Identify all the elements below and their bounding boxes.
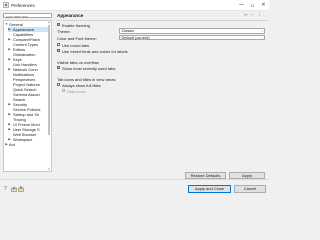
- mixed-fonts-checkbox[interactable]: ✓: [57, 49, 61, 53]
- chevron-right-icon[interactable]: ▶: [8, 37, 11, 42]
- chevron-down-icon[interactable]: ⌄: [261, 36, 264, 40]
- theme-select-value: Classic: [121, 28, 135, 33]
- color-font-theme-select[interactable]: Default (current) ⌄: [119, 34, 265, 40]
- enable-theming-checkbox[interactable]: ✓: [57, 23, 61, 27]
- preference-tree[interactable]: ▼ General ▶ Appearance Capabilities ▶ Co…: [3, 20, 52, 172]
- minimize-button[interactable]: —: [236, 0, 247, 10]
- scrollbar-thumb[interactable]: [48, 25, 50, 135]
- chevron-down-icon[interactable]: ⌄: [261, 29, 264, 33]
- chevron-right-icon[interactable]: ▶: [5, 142, 8, 147]
- close-button[interactable]: ✕: [258, 0, 269, 10]
- tree-item-ant[interactable]: ▶ Ant: [4, 142, 48, 147]
- color-font-theme-value: Default (current): [121, 34, 150, 40]
- forward-arrow-icon[interactable]: ⇨: [250, 12, 254, 18]
- chevron-right-icon[interactable]: ▶: [8, 102, 11, 107]
- maximize-button[interactable]: ☐: [247, 0, 258, 10]
- theme-label: Theme:: [57, 29, 71, 34]
- always-full-titles-label: Always show full titles: [62, 82, 101, 88]
- help-icon[interactable]: ?: [4, 186, 7, 192]
- visible-tabs-heading: Visible tabs on overflow: [57, 60, 99, 65]
- tree-scrollbar[interactable]: ▲ ▼: [47, 20, 51, 172]
- tree-item-label: Ant: [9, 142, 15, 147]
- round-tabs-label: Use round tabs: [62, 42, 90, 48]
- window-title: Preferences: [11, 2, 35, 8]
- view-menu-icon[interactable]: ⋮: [257, 12, 262, 18]
- export-icon[interactable]: [18, 186, 24, 192]
- chevron-right-icon[interactable]: ▶: [8, 47, 11, 52]
- show-mru-label: Show most recently used tabs: [62, 65, 116, 71]
- round-tabs-checkbox[interactable]: [57, 43, 61, 47]
- mixed-fonts-label: Use mixed fonts and colors for labels: [62, 48, 128, 54]
- apply-button[interactable]: Apply: [229, 171, 265, 179]
- scroll-up-icon[interactable]: ▲: [48, 21, 51, 24]
- show-mru-checkbox[interactable]: ✓: [57, 66, 61, 70]
- enable-theming-label: Enable theming: [62, 22, 90, 28]
- chevron-right-icon[interactable]: ▶: [8, 67, 11, 72]
- title-bar: Preferences — ☐ ✕: [0, 0, 269, 11]
- restore-defaults-button[interactable]: Restore Defaults: [185, 171, 226, 179]
- filter-input[interactable]: [4, 15, 51, 19]
- back-arrow-icon[interactable]: ⇦: [244, 12, 248, 18]
- page-nav: ⇦ ⇨ ⋮: [244, 12, 264, 18]
- hide-icons-checkbox[interactable]: [62, 89, 66, 93]
- chevron-right-icon[interactable]: ▶: [8, 57, 11, 62]
- hide-icons-label: Hide icons: [67, 88, 86, 94]
- header-divider: [56, 19, 267, 21]
- scroll-down-icon[interactable]: ▼: [48, 168, 51, 171]
- always-full-titles-checkbox[interactable]: [57, 83, 61, 87]
- apply-and-close-button[interactable]: Apply and Close: [188, 184, 231, 193]
- chevron-right-icon[interactable]: ▶: [8, 127, 11, 132]
- filter-field[interactable]: [3, 13, 52, 19]
- chevron-right-icon[interactable]: ▶: [8, 112, 11, 117]
- page-title: Appearance: [57, 13, 84, 18]
- bottom-divider: [0, 179, 269, 180]
- preferences-icon: [3, 2, 9, 8]
- tab-icons-heading: Tab icons and titles in view areas: [57, 77, 116, 82]
- chevron-right-icon[interactable]: ▶: [8, 27, 11, 32]
- color-font-theme-label: Color and Font theme:: [57, 35, 97, 41]
- theme-select[interactable]: Classic ⌄: [119, 28, 265, 34]
- cancel-button[interactable]: Cancel: [234, 184, 266, 193]
- import-icon[interactable]: [11, 186, 17, 192]
